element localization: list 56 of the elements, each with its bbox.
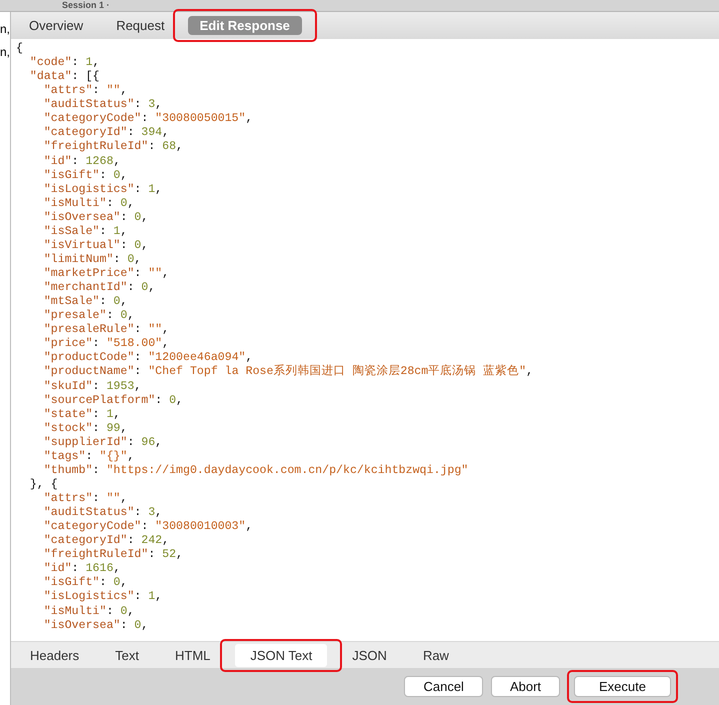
code-line: }, { — [28, 478, 58, 492]
code-line: "data": [{ — [28, 70, 100, 84]
button[interactable]: Execute — [574, 676, 671, 697]
code-line: "isMulti": 0, — [42, 196, 134, 211]
code-line: "thumb": "https://img0.daydaycook.com.cn/p/kc/kcihtbzwqi.jpg" — [42, 464, 468, 478]
code-line: "isLogistics": 1, — [42, 182, 162, 197]
code-line: "state": 1, — [42, 408, 120, 422]
button[interactable]: Cancel — [404, 676, 483, 697]
code-line: "mtSale": 0, — [42, 295, 128, 310]
tab[interactable]: Text — [104, 644, 150, 666]
code-line: "id": 1268, — [42, 154, 120, 169]
code-line: "skuId": 1953, — [42, 380, 142, 394]
code-line: "marketPrice": "", — [42, 267, 170, 282]
tab[interactable]: Raw — [412, 644, 460, 666]
code-line: "sourcePlatform": 0, — [42, 394, 184, 408]
row-fragment: n, — [0, 21, 10, 38]
code-line: "isOversea": 0, — [42, 210, 148, 225]
code-line: "auditStatus": 3, — [42, 98, 162, 112]
code-line: "isSale": 1, — [42, 224, 128, 239]
code-line: "presale": 0, — [42, 309, 134, 324]
tab[interactable]: Request — [106, 16, 175, 35]
code-line: "isGift": 0, — [42, 576, 128, 590]
code-line: "categoryId": 394, — [42, 126, 170, 140]
code-line: "categoryId": 242, — [42, 534, 170, 548]
session-tab[interactable]: Session 1 · — [62, 0, 110, 11]
code-line: "supplierId": 96, — [42, 436, 162, 450]
code-line: "limitNum": 0, — [42, 252, 142, 267]
code-line: "presaleRule": "", — [42, 323, 170, 338]
code-line: "isMulti": 0, — [42, 604, 134, 619]
tab[interactable]: JSON Text — [235, 644, 328, 666]
code-line: "price": "518.00", — [42, 337, 170, 352]
code-line: "categoryCode": "30080050015", — [42, 112, 253, 126]
tab[interactable]: Overview — [19, 16, 94, 35]
code-line: "productCode": "1200ee46a094", — [42, 351, 253, 366]
code-line: "code": 1, — [28, 56, 100, 70]
code-line: "isVirtual": 0, — [42, 238, 148, 253]
code-line: "freightRuleId": 52, — [42, 548, 184, 562]
code-line: "id": 1616, — [42, 562, 120, 576]
code-line: "auditStatus": 3, — [42, 506, 162, 520]
code-line: "freightRuleId": 68, — [42, 140, 184, 154]
tab[interactable]: JSON — [341, 644, 398, 666]
code-line: "isOversea": 0, — [42, 618, 148, 633]
row-fragment: n, — [0, 44, 10, 61]
code-line: "attrs": "", — [42, 84, 128, 98]
code-line: "isLogistics": 1, — [42, 590, 162, 604]
tab[interactable]: Headers — [19, 644, 90, 666]
code-line: "isGift": 0, — [42, 168, 128, 183]
code-line: { — [16, 42, 23, 56]
tab[interactable]: HTML — [164, 644, 222, 666]
button[interactable]: Abort — [490, 676, 560, 697]
code-line: "productName": "Chef Topf la Rose系列韩国进口 陶瓷涂层28cm平底汤锅 蓝紫色", — [42, 365, 534, 380]
code-line: "stock": 99, — [42, 422, 128, 436]
code-line: "tags": "{}", — [42, 450, 134, 464]
code-line: "attrs": "", — [42, 492, 128, 506]
code-line: "categoryCode": "30080010003", — [42, 520, 253, 534]
code-line: "merchantId": 0, — [42, 281, 156, 296]
